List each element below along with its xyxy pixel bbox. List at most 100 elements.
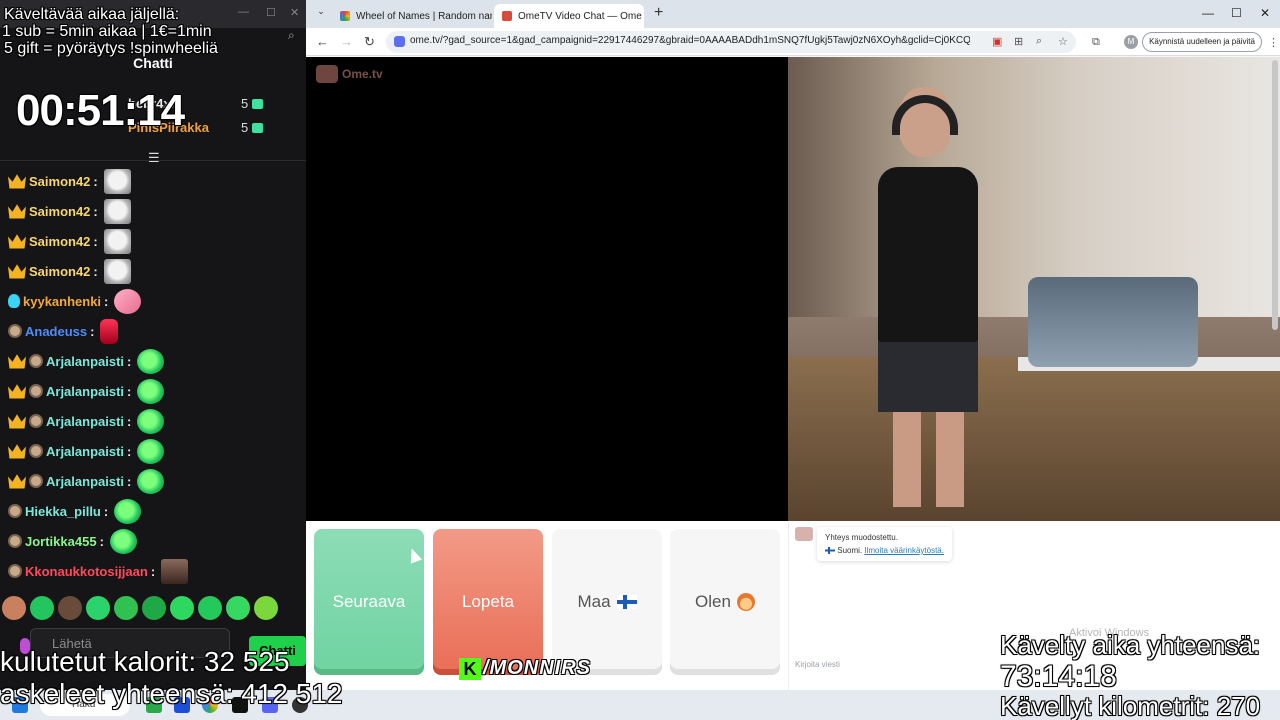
zoom-icon[interactable]: ⌕ bbox=[1036, 35, 1042, 48]
emote-icon[interactable] bbox=[58, 596, 82, 620]
chat-message: Arjalanpaisti: bbox=[8, 406, 306, 436]
system-country: Suomi. bbox=[837, 546, 863, 555]
mouse-badge-icon bbox=[8, 564, 22, 578]
back-icon[interactable]: ← bbox=[316, 34, 329, 49]
finland-flag-icon bbox=[825, 547, 835, 554]
restart-update-button[interactable]: Käynnistä uudelleen ja päivitä bbox=[1142, 32, 1262, 52]
mouse-badge-icon bbox=[29, 384, 43, 398]
chat-username[interactable]: Arjalanpaisti bbox=[46, 384, 124, 399]
badge-icon bbox=[8, 294, 20, 308]
mouse-badge-icon bbox=[29, 354, 43, 368]
overlay-gift-rule: 5 gift = pyöräytys !spinwheeliä bbox=[4, 40, 218, 57]
close-icon[interactable]: ✕ bbox=[290, 6, 299, 19]
crown-badge-icon bbox=[8, 384, 26, 399]
separator: : bbox=[127, 443, 132, 459]
crown-badge-icon bbox=[8, 474, 26, 489]
extensions-icon[interactable]: ⧉ bbox=[1092, 36, 1100, 49]
separator: : bbox=[127, 353, 132, 369]
gift-icon bbox=[252, 99, 264, 109]
mouse-badge-icon bbox=[8, 534, 22, 548]
bookmark-star-icon[interactable]: ☆ bbox=[1058, 35, 1068, 48]
emote-icon[interactable] bbox=[142, 596, 166, 620]
stranger-video: Ome.tv bbox=[306, 57, 788, 521]
reload-icon[interactable]: ↻ bbox=[364, 34, 375, 50]
streamer bbox=[858, 87, 1008, 507]
chat-username[interactable]: Jortikka455 bbox=[25, 534, 97, 549]
kick-logo-icon: K bbox=[459, 657, 481, 680]
separator: : bbox=[93, 263, 98, 279]
message-input[interactable]: Kirjoita viesti bbox=[795, 660, 840, 669]
emote-icon[interactable] bbox=[30, 596, 54, 620]
chat-username[interactable]: Anadeuss bbox=[25, 324, 87, 339]
profile-avatar[interactable]: M bbox=[1124, 35, 1138, 49]
emote-icon[interactable] bbox=[254, 596, 278, 620]
scrollbar[interactable] bbox=[1272, 60, 1278, 330]
new-tab-icon[interactable]: + bbox=[654, 4, 663, 22]
emote-icon[interactable] bbox=[114, 596, 138, 620]
emote-icon[interactable] bbox=[170, 596, 194, 620]
overlay-steps: askeleet yhteensä: 412 512 bbox=[0, 678, 343, 709]
chat-username[interactable]: Saimon42 bbox=[29, 234, 90, 249]
emote-icon[interactable] bbox=[198, 596, 222, 620]
tab-list-icon[interactable]: ⌄ bbox=[312, 6, 330, 22]
emote-icon[interactable] bbox=[226, 596, 250, 620]
chat-message: Anadeuss: bbox=[8, 316, 306, 346]
site-info-icon[interactable] bbox=[394, 36, 405, 47]
gender-button[interactable]: Olen bbox=[670, 529, 780, 675]
close-window-icon[interactable]: ✕ bbox=[1260, 6, 1270, 20]
chat-username[interactable]: kyykanhenki bbox=[23, 294, 101, 309]
search-icon[interactable]: ⌕ bbox=[288, 28, 295, 43]
chat-username[interactable]: Hiekka_pillu bbox=[25, 504, 101, 519]
chat-username[interactable]: Arjalanpaisti bbox=[46, 414, 124, 429]
chat-username[interactable]: Arjalanpaisti bbox=[46, 474, 124, 489]
chat-message: Arjalanpaisti: bbox=[8, 346, 306, 376]
finland-flag-icon bbox=[616, 595, 637, 609]
separator: : bbox=[93, 203, 98, 219]
kick-handle-text: /MONNIRS bbox=[483, 657, 591, 679]
camera-icon[interactable]: ▣ bbox=[992, 35, 1002, 48]
stop-button[interactable]: Lopeta bbox=[433, 529, 543, 675]
chat-username[interactable]: Arjalanpaisti bbox=[46, 444, 124, 459]
chat-username[interactable]: Saimon42 bbox=[29, 204, 90, 219]
overlay-remaining-label: Käveltävää aikaa jäljellä: bbox=[4, 6, 180, 23]
separator: : bbox=[93, 173, 98, 189]
minimize-icon[interactable]: — bbox=[1202, 6, 1214, 20]
address-bar[interactable]: ome.tv/?gad_source=1&gad_campaignid=2291… bbox=[386, 31, 1076, 53]
collapse-icon[interactable]: ☰ bbox=[148, 150, 160, 166]
chat-username[interactable]: Saimon42 bbox=[29, 174, 90, 189]
maximize-icon[interactable]: ☐ bbox=[1231, 6, 1242, 20]
menu-icon[interactable]: ⋮ bbox=[1268, 36, 1279, 49]
forward-icon[interactable]: → bbox=[340, 34, 353, 49]
chat-username[interactable]: Arjalanpaisti bbox=[46, 354, 124, 369]
emote-icon bbox=[103, 198, 131, 224]
chat-message: Saimon42: bbox=[8, 256, 306, 286]
system-message-text: Yhteys muodostettu. bbox=[825, 533, 898, 542]
emote-icon[interactable] bbox=[2, 596, 26, 620]
crown-badge-icon bbox=[8, 204, 26, 219]
country-button[interactable]: Maa bbox=[552, 529, 662, 675]
chat-username[interactable]: Kkonaukkotosijjaan bbox=[25, 564, 148, 579]
pet-carrier bbox=[1028, 277, 1198, 367]
emote-icon bbox=[100, 318, 119, 344]
maximize-icon[interactable]: ☐ bbox=[266, 6, 276, 19]
crown-badge-icon bbox=[8, 354, 26, 369]
emote-icon[interactable] bbox=[86, 596, 110, 620]
emote-icon bbox=[103, 168, 131, 194]
chat-message: Hiekka_pillu: bbox=[8, 496, 306, 526]
chat-username[interactable]: Saimon42 bbox=[29, 264, 90, 279]
translate-icon[interactable]: ⊞ bbox=[1014, 35, 1023, 48]
crown-badge-icon bbox=[8, 414, 26, 429]
system-message: Yhteys muodostettu. Suomi. Ilmoita vääri… bbox=[817, 527, 952, 561]
crown-badge-icon bbox=[8, 444, 26, 459]
minimize-icon[interactable]: — bbox=[238, 6, 249, 18]
tab-wheel-of-names[interactable]: Wheel of Names | Random nam ✕ bbox=[332, 4, 492, 28]
pinned-count: 5 bbox=[241, 96, 264, 111]
wheel-favicon-icon bbox=[340, 11, 350, 21]
stream-screen: — ☐ ✕ ⌕ Chatti hebr4xx 5 PinisPiirakka 5… bbox=[0, 0, 1280, 720]
separator: : bbox=[127, 383, 132, 399]
crown-badge-icon bbox=[8, 234, 26, 249]
separator: : bbox=[93, 233, 98, 249]
overlay-walked-time-label: Kävelty aika yhteensä: bbox=[1000, 630, 1261, 660]
report-abuse-link[interactable]: Ilmoita väärinkäytöstä. bbox=[864, 546, 944, 555]
tab-ometv[interactable]: OmeTV Video Chat — Ome ✕ bbox=[494, 4, 644, 28]
